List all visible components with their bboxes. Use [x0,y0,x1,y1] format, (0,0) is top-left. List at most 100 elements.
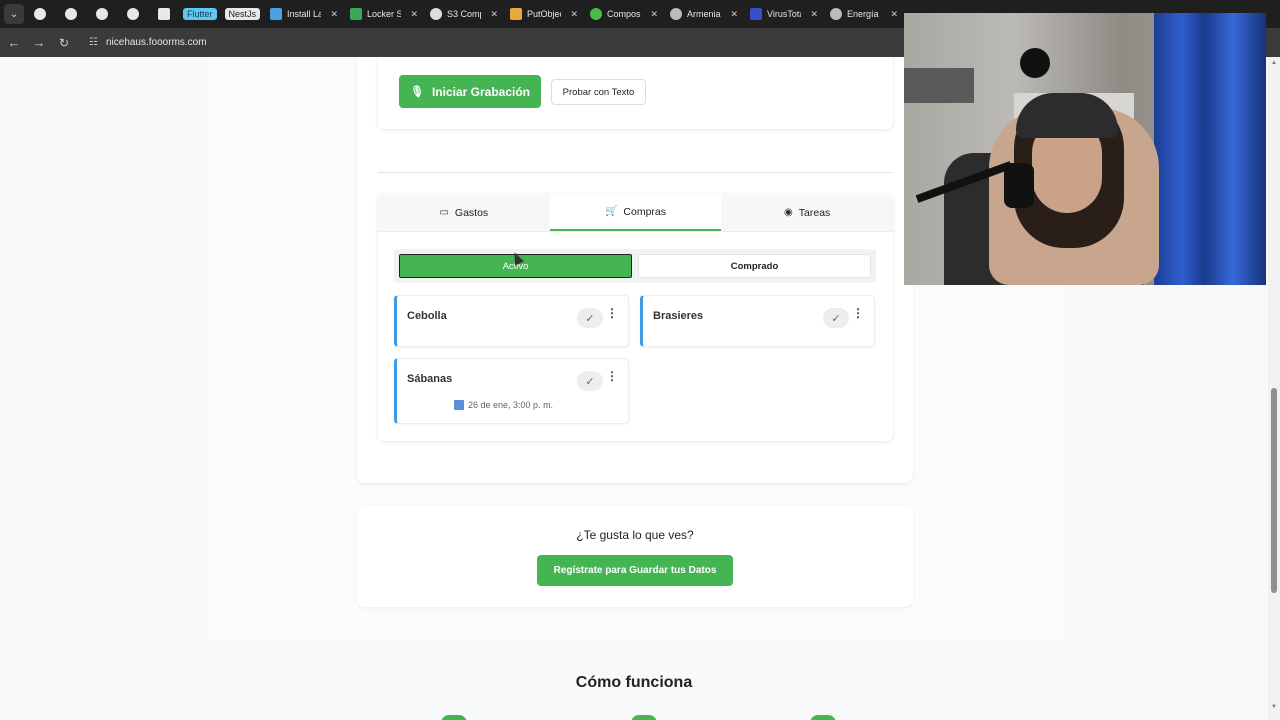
browser-tab-title: Compos [607,9,641,19]
close-tab-icon[interactable]: ✕ [330,9,338,20]
browser-tab[interactable]: Install La ✕ [264,3,344,25]
news-icon [157,8,170,20]
box-icon [510,8,523,20]
more-options-icon[interactable]: ⋮ [606,307,618,319]
cta-question: ¿Te gusta lo que ves? [576,528,694,542]
list-item[interactable]: Sábanas ✓ ⋮ 26 de ene, 3:00 p. m. [394,358,629,424]
back-arrow-icon[interactable]: ← [3,32,25,54]
close-tab-icon[interactable]: ✕ [650,9,658,20]
url-text: nicehaus.fooorms.com [105,37,207,48]
browser-tab[interactable]: PutObjec ✕ [504,3,584,25]
lists-card: ▭ Gastos 🛒 Compras ◉ Tareas Activo Compr… [378,194,893,441]
step-circle [810,715,836,720]
browser-tab[interactable]: Compos ✕ [584,3,664,25]
close-tab-icon[interactable]: ✕ [570,9,578,20]
webcam-overlay [904,13,1266,285]
github-icon [95,8,108,20]
microphone-icon: 🎙 [409,86,424,98]
site-info-icon[interactable]: ☷ [89,37,98,48]
pinned-tab-flutter[interactable]: Flutter [179,3,221,25]
tab-compras[interactable]: 🛒 Compras [549,194,722,231]
browser-tab-title: PutObjec [527,9,562,19]
github-icon [33,8,46,20]
tab-search-button[interactable]: ⌄ [4,4,24,24]
close-tab-icon[interactable]: ✕ [730,9,738,20]
check-circle-icon: ◉ [784,207,793,218]
github-icon [64,8,77,20]
baseball-cap [1016,93,1118,138]
step-circle [441,715,467,720]
reload-icon[interactable]: ↻ [53,32,75,54]
list-item[interactable]: Cebolla ✓ ⋮ [394,295,629,347]
start-recording-label: Iniciar Grabación [431,84,530,99]
more-options-icon[interactable]: ⋮ [606,370,618,382]
forward-arrow-icon[interactable]: → [28,32,50,54]
tab-gastos[interactable]: ▭ Gastos [378,194,550,231]
bolt-icon [430,8,443,20]
scrollbar-thumb[interactable] [1271,388,1277,593]
scroll-down-arrow-icon[interactable]: ▼ [1271,704,1277,710]
globe-icon [830,8,843,20]
wall-clock [1020,48,1050,78]
browser-tab[interactable]: VirusTota ✕ [744,3,824,25]
pinned-tab-nestjs[interactable]: NestJs [221,3,265,25]
close-tab-icon[interactable]: ✕ [490,9,498,20]
pinned-tab[interactable] [86,3,117,25]
x-icon [270,8,283,20]
browser-tab-title: VirusTota [767,9,802,19]
mark-bought-button[interactable]: ✓ [823,308,849,328]
list-item[interactable]: Brasieres ✓ ⋮ [640,295,875,347]
url-field[interactable]: ☷ nicehaus.fooorms.com [81,32,215,54]
status-filter: Activo Comprado [394,249,876,283]
pinned-tab[interactable] [55,3,86,25]
browser-tab[interactable]: Energía ✕ [824,3,904,25]
pinned-tab[interactable] [117,3,148,25]
browser-tab-title: Locker S [367,9,402,19]
puzzle-icon [590,8,603,20]
tab-label: Tareas [798,206,831,219]
pinned-tab-label: NestJs [224,8,261,20]
step-circle [631,715,657,720]
mark-bought-button[interactable]: ✓ [577,308,603,328]
browser-tab[interactable]: Locker S ✕ [344,3,424,25]
github-icon [126,8,139,20]
try-with-text-button[interactable]: Probar con Texto [551,79,646,105]
browser-tab-title: S3 Comp [447,9,482,19]
shield-icon [350,8,363,20]
browser-tab[interactable]: Armenia ✕ [664,3,744,25]
pinned-tab[interactable] [148,3,179,25]
blue-curtain [1154,13,1266,285]
pinned-tab[interactable] [24,3,55,25]
mark-bought-button[interactable]: ✓ [577,371,603,391]
tab-label: Gastos [454,206,489,219]
close-tab-icon[interactable]: ✕ [890,9,898,20]
item-name: Cebolla [407,310,447,322]
how-it-works-title: Cómo funciona [575,674,693,691]
signup-button[interactable]: Regístrate para Guardar tus Datos [537,555,733,586]
microphone [1004,163,1034,208]
globe-icon [670,8,683,20]
section-divider [378,172,893,173]
browser-tab-title: Install La [287,9,322,19]
close-tab-icon[interactable]: ✕ [410,9,418,20]
item-name: Sábanas [407,373,453,385]
browser-tab-title: Armenia [687,9,721,19]
pinned-tab-label: Flutter [183,8,217,20]
item-due-date: 26 de ene, 3:00 p. m. [454,400,553,410]
browser-tab-title: Energía [847,9,879,19]
tab-tareas[interactable]: ◉ Tareas [721,194,893,231]
section-tabs: ▭ Gastos 🛒 Compras ◉ Tareas [378,194,893,232]
browser-tab[interactable]: S3 Comp ✕ [424,3,504,25]
signup-cta-card: ¿Te gusta lo que ves? Regístrate para Gu… [357,505,913,607]
tab-label: Compras [623,205,667,218]
calendar-icon [454,400,464,410]
money-icon: ▭ [439,207,449,218]
scroll-up-arrow-icon[interactable]: ▲ [1271,60,1277,66]
item-due-date-text: 26 de ene, 3:00 p. m. [468,400,554,410]
close-tab-icon[interactable]: ✕ [810,9,818,20]
filter-bought-button[interactable]: Comprado [638,254,871,278]
item-name: Brasieres [653,310,704,322]
cart-icon: 🛒 [604,206,618,217]
start-recording-button[interactable]: 🎙 Iniciar Grabación [399,75,541,108]
more-options-icon[interactable]: ⋮ [852,307,864,319]
